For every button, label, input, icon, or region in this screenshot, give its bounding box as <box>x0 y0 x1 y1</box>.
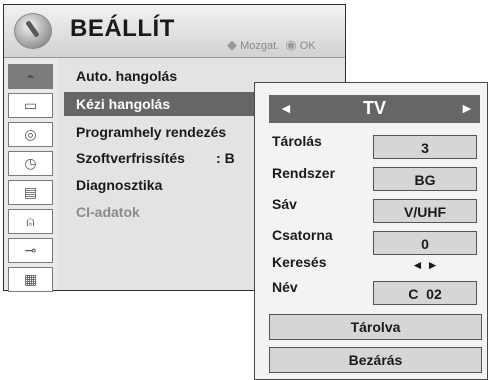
manual-tuning-panel: ◄ TV ► Tárolás 3 Rendszer BG Sáv V/UHF C… <box>254 82 488 380</box>
lock-icon[interactable]: ▤ <box>8 180 53 205</box>
tv-screen-icon[interactable]: ▭ <box>8 93 53 118</box>
ok-icon: ◉ <box>285 37 297 52</box>
hint-move-label: Mozgat. <box>240 40 280 52</box>
menu-item-auto-tuning[interactable]: Auto. hangolás <box>64 64 177 88</box>
menu-item-software-update[interactable]: Szoftverfrissítés : B <box>64 146 235 170</box>
close-button[interactable]: Bezárás <box>269 347 482 373</box>
band-selector[interactable]: ◄ TV ► <box>269 95 480 123</box>
store-button[interactable]: Tárolva <box>269 314 482 340</box>
search-label: Keresés <box>272 254 327 270</box>
system-label: Rendszer <box>272 165 336 181</box>
right-arrow-icon[interactable]: ► <box>460 100 474 116</box>
band-value: TV <box>362 98 386 118</box>
hint-ok-label: OK <box>299 40 316 52</box>
band-label: Sáv <box>272 196 297 212</box>
navigation-hint: ◆ Mozgat. ◉ OK <box>227 37 316 53</box>
menu-header: BEÁLLÍT ◆ Mozgat. ◉ OK <box>4 5 345 58</box>
menu-item-program-edit[interactable]: Programhely rendezés <box>64 120 226 144</box>
sidebar: ◓ ▭ ◎ ◷ ▤ ⍝ ⊸ ▦ <box>4 58 58 292</box>
search-arrows[interactable]: ◄ ► <box>373 253 477 277</box>
storage-label: Tárolás <box>272 133 322 149</box>
menu-item-diagnostics[interactable]: Diagnosztika <box>64 173 162 197</box>
channel-value[interactable]: 0 <box>373 231 477 255</box>
clock-icon[interactable]: ◷ <box>8 151 53 176</box>
satellite-dish-icon[interactable]: ◓ <box>8 64 53 89</box>
channel-label: Csatorna <box>272 227 333 243</box>
clapperboard-icon[interactable]: ▦ <box>8 267 53 292</box>
move-icon: ◆ <box>227 37 237 52</box>
menu-title: BEÁLLÍT <box>70 15 175 42</box>
storage-value[interactable]: 3 <box>373 135 477 159</box>
name-value[interactable]: C 02 <box>373 281 477 305</box>
name-label: Név <box>272 279 298 295</box>
satellite-dish-icon <box>14 13 52 49</box>
band-field-value[interactable]: V/UHF <box>373 199 477 223</box>
menu-item-ci-info[interactable]: CI-adatok <box>64 200 140 224</box>
system-value[interactable]: BG <box>373 167 477 191</box>
plug-icon[interactable]: ⊸ <box>8 238 53 263</box>
speaker-icon[interactable]: ◎ <box>8 122 53 147</box>
padlock-icon[interactable]: ⍝ <box>8 209 53 234</box>
